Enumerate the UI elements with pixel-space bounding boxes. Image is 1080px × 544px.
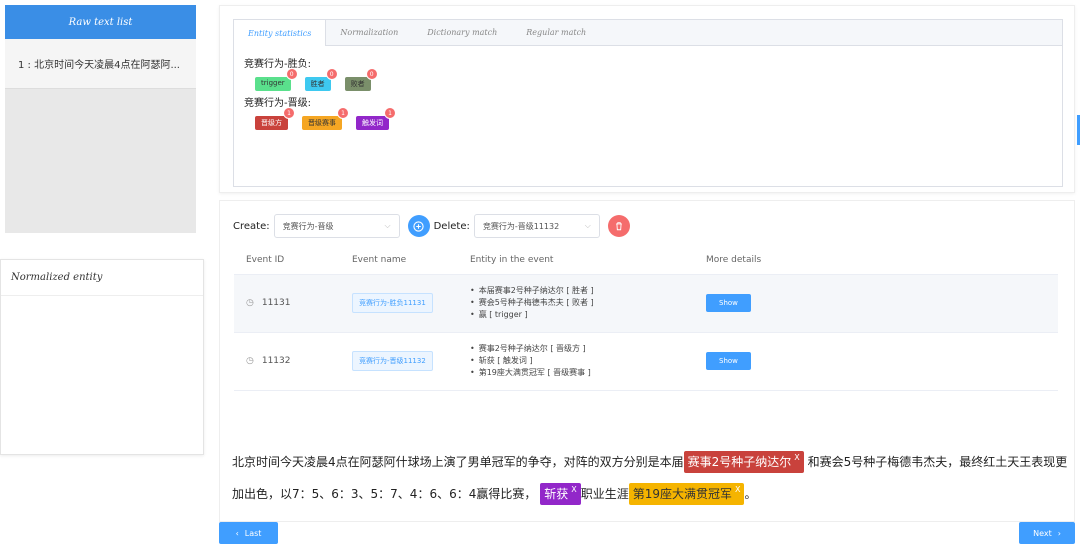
last-button-label: Last (244, 528, 262, 538)
entity-list: 赛事2号种子纳达尔 [ 晋级方 ] 斩获 [ 触发词 ] 第19座大满贯冠军 [… (470, 343, 706, 379)
tab-regular-match[interactable]: Regular match (512, 20, 601, 45)
stat-tag-label: 胜者 (310, 80, 325, 88)
stat-tag: 晋级方 1 (255, 107, 295, 130)
entity-item: 赛事2号种子纳达尔 [ 晋级方 ] (470, 343, 706, 355)
clock-icon: ◷ (246, 298, 254, 308)
details-cell: Show (706, 274, 1058, 333)
event-id: 11131 (261, 298, 291, 308)
col-header-event-id: Event ID (234, 246, 352, 275)
entity-list: 本届赛事2号种子纳达尔 [ 胜者 ] 赛会5号种子梅德韦杰夫 [ 败者 ] 赢 … (470, 285, 706, 321)
stat-tag: 触发词 1 (356, 107, 396, 130)
annotation-highlight[interactable]: 第19座大满贯冠军 X (628, 483, 745, 505)
chevron-down-icon: ⌵ (384, 221, 391, 230)
raw-text-list-header: Raw text list (5, 5, 196, 39)
normalized-entity-panel: Normalized entity (0, 259, 204, 455)
entity-stats: 竞赛行为-胜负: trigger 0 胜者 0 败者 0 竞赛行为-晋级: 晋级方 1 … (234, 46, 1062, 141)
stat-count-badge: 1 (337, 107, 349, 119)
remove-annotation-icon[interactable]: X (571, 485, 576, 494)
tabs-bar: Entity statistics Normalization Dictiona… (234, 20, 1062, 46)
annotation-text: 第19座大满贯冠军 (632, 487, 732, 501)
stat-count-badge: 1 (283, 107, 295, 119)
event-id-cell: ◷ 11132 (234, 332, 352, 391)
delete-label: Delete: (433, 220, 470, 232)
stat-tag: trigger 0 (255, 68, 298, 91)
text-segment: 北京时间今天凌晨4点在阿瑟阿什球场上演了男单冠军的争夺，对阵的双方分别是本届 (232, 455, 684, 469)
annotation-highlight[interactable]: 斩获 X (540, 483, 581, 505)
trash-icon (615, 222, 622, 231)
delete-event-select[interactable]: 竞赛行为-晋级11132 ⌵ (473, 214, 600, 238)
create-label: Create: (233, 220, 270, 232)
event-name-tag: 竞赛行为-晋级11132 (352, 351, 433, 371)
events-table: Event ID Event name Entity in the event … (234, 246, 1058, 391)
col-header-more-details: More details (706, 246, 1058, 275)
create-event-select[interactable]: 竞赛行为-晋级 ⌵ (273, 214, 400, 238)
tab-dictionary-match[interactable]: Dictionary match (413, 20, 512, 45)
clock-icon: ◷ (246, 356, 254, 366)
event-controls: Create: 竞赛行为-晋级 ⌵ Delete: 竞赛行为-晋级11132 ⌵ (233, 214, 630, 238)
add-event-button[interactable] (407, 215, 430, 237)
text-segment: 职业生涯 (580, 487, 629, 501)
chevron-left-icon: ‹ (235, 528, 239, 538)
annotation-highlight[interactable]: 赛事2号种子纳达尔 X (683, 451, 804, 473)
stat-tag-label: trigger (261, 79, 285, 87)
stat-tag-label: 晋级赛事 (308, 119, 336, 127)
table-row: ◷ 11132 竞赛行为-晋级11132 赛事2号种子纳达尔 [ 晋级方 ] 斩获… (234, 332, 1058, 391)
stat-tag-label: 晋级方 (261, 119, 282, 127)
stat-tag-label: 败者 (350, 80, 365, 88)
show-details-button[interactable]: Show (706, 352, 751, 370)
event-name-cell: 竞赛行为-晋级11132 (352, 332, 470, 391)
raw-text-list-item[interactable]: 1 : 北京时间今天凌晨4点在阿瑟阿... (5, 39, 196, 89)
stat-group-title: 竞赛行为-胜负: (244, 59, 311, 70)
plus-circle-icon (413, 220, 424, 232)
col-header-entity: Entity in the event (470, 246, 706, 275)
stat-count-badge: 0 (365, 68, 378, 80)
delete-event-select-value: 竞赛行为-晋级11132 (482, 221, 560, 231)
stat-count-badge: 1 (384, 107, 396, 119)
stat-tag-label: 触发词 (362, 119, 383, 127)
entity-item: 赛会5号种子梅德韦杰夫 [ 败者 ] (470, 297, 706, 309)
table-row: ◷ 11131 竞赛行为-胜负11131 本届赛事2号种子纳达尔 [ 胜者 ] 赛… (234, 274, 1058, 333)
remove-annotation-icon[interactable]: X (735, 485, 740, 494)
annotation-text: 斩获 (544, 487, 569, 501)
col-header-event-name: Event name (352, 246, 470, 275)
next-button-label: Next (1033, 528, 1052, 538)
delete-event-button[interactable] (607, 215, 630, 237)
entity-cell: 本届赛事2号种子纳达尔 [ 胜者 ] 赛会5号种子梅德韦杰夫 [ 败者 ] 赢 … (470, 274, 706, 333)
stat-count-badge: 0 (285, 68, 298, 80)
show-details-button[interactable]: Show (706, 294, 751, 312)
annotated-text: 北京时间今天凌晨4点在阿瑟阿什球场上演了男单冠军的争夺，对阵的双方分别是本届 赛事… (232, 447, 1072, 511)
stat-group-title: 竞赛行为-晋级: (244, 98, 311, 109)
annotation-text: 赛事2号种子纳达尔 (687, 455, 792, 469)
stat-tag: 败者 0 (344, 68, 378, 91)
stat-tag-row: trigger 0 胜者 0 败者 0 (255, 68, 1052, 91)
event-id: 11132 (261, 356, 291, 366)
stat-tag-row: 晋级方 1 晋级赛事 1 触发词 1 (255, 107, 1052, 130)
stat-count-badge: 0 (325, 68, 338, 80)
normalized-entity-header: Normalized entity (1, 260, 203, 296)
stat-tag: 晋级赛事 1 (302, 107, 349, 130)
entity-item: 第19座大满贯冠军 [ 晋级赛事 ] (470, 367, 706, 379)
create-event-select-value: 竞赛行为-晋级 (282, 221, 334, 231)
tab-normalization[interactable]: Normalization (326, 20, 413, 45)
event-id-cell: ◷ 11131 (234, 274, 352, 333)
raw-text-list-panel: Raw text list 1 : 北京时间今天凌晨4点在阿瑟阿... (5, 5, 196, 233)
entity-item: 斩获 [ 触发词 ] (470, 355, 706, 367)
text-segment: 。 (744, 487, 757, 501)
entity-statistics-card: Entity statistics Normalization Dictiona… (219, 5, 1075, 193)
next-button[interactable]: Next › (1019, 522, 1075, 544)
entity-item: 赢 [ trigger ] (470, 309, 706, 321)
chevron-down-icon: ⌵ (584, 221, 591, 230)
entity-cell: 赛事2号种子纳达尔 [ 晋级方 ] 斩获 [ 触发词 ] 第19座大满贯冠军 [… (470, 332, 706, 391)
event-name-cell: 竞赛行为-胜负11131 (352, 274, 470, 333)
remove-annotation-icon[interactable]: X (794, 453, 799, 462)
last-button[interactable]: ‹ Last (219, 522, 278, 544)
stat-tag: 胜者 0 (304, 68, 338, 91)
details-cell: Show (706, 332, 1058, 391)
entity-item: 本届赛事2号种子纳达尔 [ 胜者 ] (470, 285, 706, 297)
event-name-tag: 竞赛行为-胜负11131 (352, 293, 433, 313)
tabs-container: Entity statistics Normalization Dictiona… (233, 19, 1063, 187)
chevron-right-icon: › (1057, 528, 1061, 538)
tab-entity-statistics[interactable]: Entity statistics (234, 20, 327, 46)
